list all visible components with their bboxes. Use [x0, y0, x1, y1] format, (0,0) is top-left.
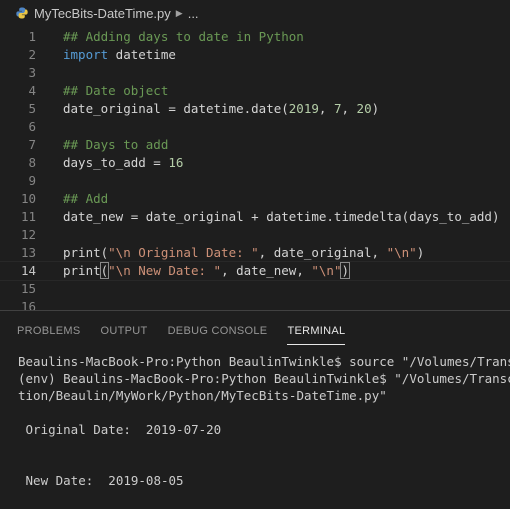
- line-number: 15: [20, 281, 36, 296]
- code-line[interactable]: 11 date_new = date_original + datetime.ti…: [0, 208, 510, 226]
- code-token: ): [371, 101, 380, 116]
- breadcrumb-file[interactable]: MyTecBits-DateTime.py: [34, 6, 171, 21]
- python-file-icon: [16, 7, 28, 19]
- line-number: 1: [28, 29, 36, 44]
- line-code: date_new = date_original + datetime.time…: [63, 208, 500, 226]
- breadcrumb: MyTecBits-DateTime.py ▶ ...: [0, 0, 510, 26]
- code-token: ): [340, 262, 350, 279]
- line-number: 12: [20, 227, 36, 242]
- code-token: print(: [63, 245, 109, 260]
- code-line[interactable]: 3: [0, 64, 510, 82]
- code-token: ,: [318, 101, 334, 116]
- code-token: import: [63, 47, 109, 62]
- code-editor[interactable]: 1 ## Adding days to date in Python 2 import…: [0, 28, 510, 310]
- code-token: "\n New Date: ": [108, 263, 222, 278]
- code-token: ,: [341, 101, 357, 116]
- code-token: ): [416, 245, 425, 260]
- code-token: "\n": [311, 263, 342, 278]
- tab-debug-console[interactable]: DEBUG CONSOLE: [168, 311, 268, 351]
- code-token: date_original = datetime.date(: [63, 101, 289, 116]
- code-line[interactable]: 2 import datetime: [0, 46, 510, 64]
- code-line[interactable]: 1 ## Adding days to date in Python: [0, 28, 510, 46]
- line-code: ## Add: [63, 190, 108, 208]
- code-token: ## Date object: [63, 83, 169, 98]
- line-number: 14: [20, 263, 36, 278]
- terminal-line: tion/Beaulin/MyWork/Python/MyTecBits-Dat…: [18, 388, 387, 403]
- line-number: 16: [20, 299, 36, 310]
- code-line[interactable]: 5 date_original = datetime.date(2019, 7, …: [0, 100, 510, 118]
- line-code: ## Date object: [63, 82, 168, 100]
- code-token: , date_new,: [221, 263, 312, 278]
- line-number: 11: [20, 209, 36, 224]
- code-token: 16: [168, 155, 184, 170]
- code-token: "\n Original Date: ": [108, 245, 259, 260]
- line-number: 4: [28, 83, 36, 98]
- line-number: 7: [28, 137, 36, 152]
- line-code: ## Adding days to date in Python: [63, 28, 304, 46]
- line-number: 8: [28, 155, 36, 170]
- tab-problems[interactable]: PROBLEMS: [17, 311, 81, 351]
- line-code: date_original = datetime.date(2019, 7, 2…: [63, 100, 379, 118]
- line-number: 2: [28, 47, 36, 62]
- code-line[interactable]: 15: [0, 280, 510, 298]
- code-line[interactable]: 8 days_to_add = 16: [0, 154, 510, 172]
- code-token: date_new = date_original + datetime.time…: [63, 209, 500, 224]
- bottom-panel: PROBLEMS OUTPUT DEBUG CONSOLE TERMINAL Beau…: [0, 310, 510, 509]
- code-line[interactable]: 13 print("\n Original Date: ", date_origi…: [0, 244, 510, 262]
- terminal-line: Original Date: 2019-07-20: [18, 422, 222, 437]
- terminal-line: New Date: 2019-08-05: [18, 473, 184, 488]
- vscode-window: MyTecBits-DateTime.py ▶ ... 1 ## Adding d…: [0, 0, 510, 509]
- line-code: import datetime: [63, 46, 176, 64]
- code-line[interactable]: 16: [0, 298, 510, 310]
- tab-output[interactable]: OUTPUT: [101, 311, 148, 351]
- line-number: 5: [28, 101, 36, 116]
- line-number: 9: [28, 173, 36, 188]
- code-line[interactable]: 10 ## Add: [0, 190, 510, 208]
- panel-tabs: PROBLEMS OUTPUT DEBUG CONSOLE TERMINAL: [0, 311, 510, 351]
- line-code: days_to_add = 16: [63, 154, 183, 172]
- code-line[interactable]: 7 ## Days to add: [0, 136, 510, 154]
- chevron-right-icon: ▶: [175, 7, 183, 18]
- code-line[interactable]: 9: [0, 172, 510, 190]
- code-token: ## Add: [63, 191, 109, 206]
- code-token: , date_original,: [258, 245, 387, 260]
- code-line[interactable]: 12: [0, 226, 510, 244]
- line-code: print("\n New Date: ", date_new, "\n"): [63, 262, 350, 280]
- code-line[interactable]: 14 print("\n New Date: ", date_new, "\n"): [0, 261, 510, 281]
- terminal-line: (env) Beaulins-MacBook-Pro:Python Beauli…: [18, 371, 510, 386]
- code-line[interactable]: 4 ## Date object: [0, 82, 510, 100]
- terminal-output[interactable]: Beaulins-MacBook-Pro:Python BeaulinTwink…: [18, 353, 510, 509]
- code-token: ## Adding days to date in Python: [63, 29, 304, 44]
- code-line[interactable]: 6: [0, 118, 510, 136]
- line-code: print("\n Original Date: ", date_origina…: [63, 244, 424, 262]
- code-token: print: [63, 263, 101, 278]
- tab-terminal[interactable]: TERMINAL: [287, 311, 346, 351]
- code-token: 20: [356, 101, 372, 116]
- breadcrumb-symbols[interactable]: ...: [188, 6, 199, 21]
- line-number: 13: [20, 245, 36, 260]
- line-number: 6: [28, 119, 36, 134]
- code-token: 2019: [288, 101, 319, 116]
- code-token: ## Days to add: [63, 137, 169, 152]
- line-number: 10: [20, 191, 36, 206]
- code-token: datetime: [108, 47, 176, 62]
- code-token: "\n": [386, 245, 417, 260]
- line-number: 3: [28, 65, 36, 80]
- code-token: days_to_add =: [63, 155, 169, 170]
- line-code: ## Days to add: [63, 136, 168, 154]
- terminal-line: Beaulins-MacBook-Pro:Python BeaulinTwink…: [18, 354, 510, 369]
